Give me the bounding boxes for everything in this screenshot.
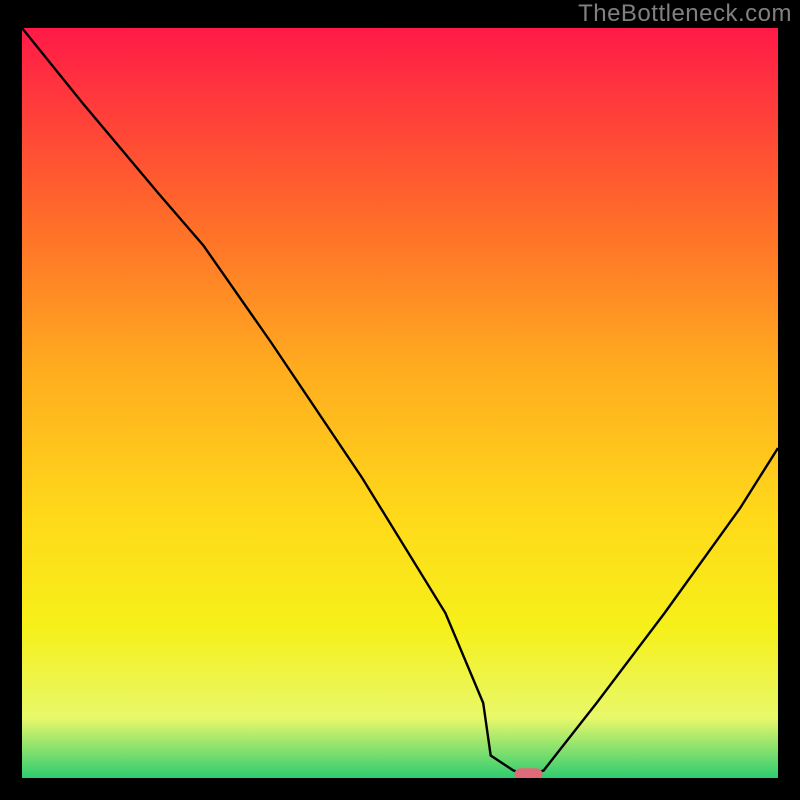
plot-area — [22, 28, 778, 778]
chart-container: TheBottleneck.com — [0, 0, 800, 800]
bottleneck-chart-svg — [22, 28, 778, 778]
optimal-marker — [515, 768, 543, 778]
watermark-text: TheBottleneck.com — [578, 0, 792, 28]
gradient-background — [22, 28, 778, 778]
